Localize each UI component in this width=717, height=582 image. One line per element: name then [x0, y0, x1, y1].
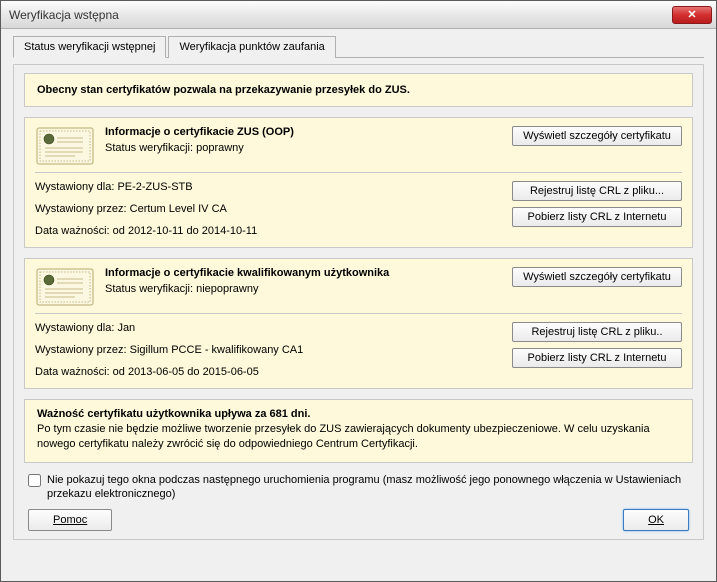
issued-to-row: Wystawiony dla: Jan — [35, 322, 502, 334]
cert-body: Wystawiony dla: Jan Wystawiony przez: Si… — [35, 322, 682, 378]
content-area: Status weryfikacji wstępnej Weryfikacja … — [1, 29, 716, 552]
validity-value: od 2012-10-11 do 2014-10-11 — [113, 225, 258, 237]
show-cert-details-button[interactable]: Wyświetl szczegóły certyfikatu — [512, 126, 682, 146]
summary-panel: Obecny stan certyfikatów pozwala na prze… — [24, 73, 693, 107]
download-crl-internet-button[interactable]: Pobierz listy CRL z Internetu — [512, 348, 682, 368]
close-icon: ✕ — [687, 8, 696, 21]
validity-label: Data ważności: — [35, 225, 110, 237]
issued-to-row: Wystawiony dla: PE-2-ZUS-STB — [35, 181, 502, 193]
tabbar: Status weryfikacji wstępnej Weryfikacja … — [13, 35, 704, 58]
divider — [35, 313, 682, 314]
cert-buttons-side: Rejestruj listę CRL z pliku.. Pobierz li… — [512, 322, 682, 378]
cert-body: Wystawiony dla: PE-2-ZUS-STB Wystawiony … — [35, 181, 682, 237]
button-label: Wyświetl szczegóły certyfikatu — [523, 130, 671, 142]
register-crl-file-button[interactable]: Rejestruj listę CRL z pliku.. — [512, 322, 682, 342]
cert-title: Informacje o certyfikacie kwalifikowanym… — [105, 267, 502, 279]
ok-button[interactable]: OK — [623, 509, 689, 531]
download-crl-internet-button[interactable]: Pobierz listy CRL z Internetu — [512, 207, 682, 227]
help-button[interactable]: Pomoc — [28, 509, 112, 531]
cert-header: Informacje o certyfikacie ZUS (OOP) Stat… — [35, 126, 682, 166]
cert-status: Status weryfikacji: poprawny — [105, 142, 502, 154]
cert-title: Informacje o certyfikacie ZUS (OOP) — [105, 126, 502, 138]
issued-by-label: Wystawiony przez: — [35, 344, 127, 356]
suppress-dialog-checkbox[interactable] — [28, 474, 41, 487]
cert-buttons-top: Wyświetl szczegóły certyfikatu — [512, 126, 682, 146]
validity-label: Data ważności: — [35, 366, 110, 378]
validity-row: Data ważności: od 2012-10-11 do 2014-10-… — [35, 225, 502, 237]
issued-by-value: Certum Level IV CA — [130, 203, 227, 215]
cert-details: Wystawiony dla: Jan Wystawiony przez: Si… — [35, 322, 502, 378]
button-label: Rejestruj listę CRL z pliku... — [530, 185, 664, 197]
cert-status-label: Status weryfikacji: — [105, 283, 193, 295]
cert-panel-user: Informacje o certyfikacie kwalifikowanym… — [24, 258, 693, 389]
summary-text: Obecny stan certyfikatów pozwala na prze… — [37, 84, 410, 96]
register-crl-file-button[interactable]: Rejestruj listę CRL z pliku... — [512, 181, 682, 201]
window-root: Weryfikacja wstępna ✕ Status weryfikacji… — [0, 0, 717, 582]
issued-by-row: Wystawiony przez: Sigillum PCCE - kwalif… — [35, 344, 502, 356]
certificate-icon — [35, 126, 95, 166]
cert-title-block: Informacje o certyfikacie ZUS (OOP) Stat… — [105, 126, 502, 154]
cert-status-value: poprawny — [196, 142, 244, 154]
issued-by-row: Wystawiony przez: Certum Level IV CA — [35, 203, 502, 215]
tab-weryfikacja-punktow[interactable]: Weryfikacja punktów zaufania — [168, 36, 335, 58]
button-label: Pomoc — [53, 514, 87, 526]
suppress-dialog-checkbox-row: Nie pokazuj tego okna podczas następnego… — [24, 471, 693, 510]
cert-title-block: Informacje o certyfikacie kwalifikowanym… — [105, 267, 502, 295]
expiry-panel: Ważność certyfikatu użytkownika upływa z… — [24, 399, 693, 463]
divider — [35, 172, 682, 173]
cert-details: Wystawiony dla: PE-2-ZUS-STB Wystawiony … — [35, 181, 502, 237]
button-label: Rejestruj listę CRL z pliku.. — [531, 326, 662, 338]
cert-buttons-top: Wyświetl szczegóły certyfikatu — [512, 267, 682, 287]
cert-header: Informacje o certyfikacie kwalifikowanym… — [35, 267, 682, 307]
cert-panel-zus: Informacje o certyfikacie ZUS (OOP) Stat… — [24, 117, 693, 248]
tab-label: Weryfikacja punktów zaufania — [179, 41, 324, 53]
tab-label: Status weryfikacji wstępnej — [24, 41, 155, 53]
button-label: Pobierz listy CRL z Internetu — [528, 211, 667, 223]
validity-value: od 2013-06-05 do 2015-06-05 — [113, 366, 259, 378]
button-label: Wyświetl szczegóły certyfikatu — [523, 271, 671, 283]
tab-status-weryfikacji[interactable]: Status weryfikacji wstępnej — [13, 36, 166, 58]
button-label: Pobierz listy CRL z Internetu — [528, 352, 667, 364]
issued-by-value: Sigillum PCCE - kwalifikowany CA1 — [130, 344, 304, 356]
suppress-dialog-label[interactable]: Nie pokazuj tego okna podczas następnego… — [47, 473, 689, 502]
cert-status-label: Status weryfikacji: — [105, 142, 193, 154]
certificate-icon — [35, 267, 95, 307]
issued-to-label: Wystawiony dla: — [35, 181, 114, 193]
issued-by-label: Wystawiony przez: — [35, 203, 127, 215]
issued-to-label: Wystawiony dla: — [35, 322, 114, 334]
show-cert-details-button[interactable]: Wyświetl szczegóły certyfikatu — [512, 267, 682, 287]
close-button[interactable]: ✕ — [672, 6, 712, 24]
cert-status: Status weryfikacji: niepoprawny — [105, 283, 502, 295]
validity-row: Data ważności: od 2013-06-05 do 2015-06-… — [35, 366, 502, 378]
cert-buttons-side: Rejestruj listę CRL z pliku... Pobierz l… — [512, 181, 682, 237]
expiry-title: Ważność certyfikatu użytkownika upływa z… — [37, 408, 680, 420]
issued-to-value: PE-2-ZUS-STB — [117, 181, 192, 193]
window-title: Weryfikacja wstępna — [9, 8, 672, 22]
tab-panel: Obecny stan certyfikatów pozwala na prze… — [13, 64, 704, 540]
button-label: OK — [648, 514, 664, 526]
titlebar: Weryfikacja wstępna ✕ — [1, 1, 716, 29]
cert-status-value: niepoprawny — [196, 283, 258, 295]
expiry-text: Po tym czasie nie będzie możliwe tworzen… — [37, 422, 680, 452]
issued-to-value: Jan — [117, 322, 135, 334]
footer-buttons: Pomoc OK — [24, 509, 693, 531]
